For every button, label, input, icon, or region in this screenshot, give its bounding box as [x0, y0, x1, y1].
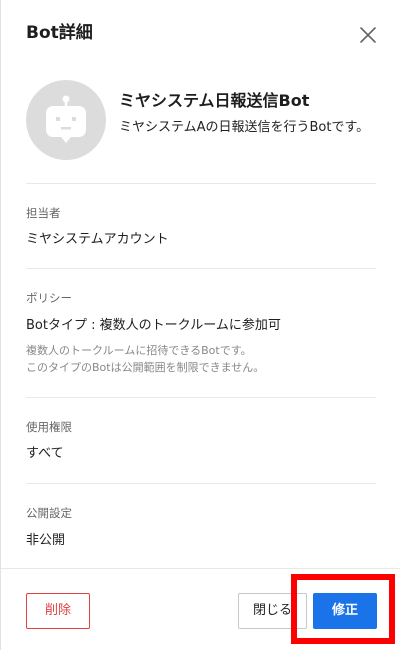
- bot-profile: ミヤシステム日報送信Bot ミヤシステムAの日報送信を行うBotです。: [26, 80, 376, 164]
- permission-label: 使用権限: [26, 420, 72, 434]
- divider: [26, 483, 376, 484]
- owner-label: 担当者: [26, 206, 61, 220]
- visibility-value: 非公開: [26, 533, 66, 548]
- bot-avatar: [26, 80, 106, 160]
- policy-label: ポリシー: [26, 291, 72, 305]
- delete-button[interactable]: 削除: [26, 593, 90, 629]
- policy-note: 複数人のトークルームに招待できるBotです。 このタイプのBotは公開範囲を制限…: [26, 342, 376, 376]
- policy-note-line: 複数人のトークルームに招待できるBotです。: [26, 344, 252, 357]
- dialog-title: Bot詳細: [26, 23, 93, 43]
- edit-button[interactable]: 修正: [313, 593, 377, 629]
- bot-description: ミヤシステムAの日報送信を行うBotです。: [119, 120, 370, 135]
- divider: [26, 183, 376, 184]
- policy-value: Botタイプ : 複数人のトークルームに参加可: [26, 318, 281, 333]
- close-dialog-button[interactable]: 閉じる: [238, 593, 307, 629]
- visibility-label: 公開設定: [26, 506, 72, 520]
- divider: [26, 268, 376, 269]
- bot-name: ミヤシステム日報送信Bot: [119, 91, 310, 110]
- robot-icon: [46, 95, 86, 143]
- dialog-header: Bot詳細: [1, 0, 400, 66]
- owner-value: ミヤシステムアカウント: [26, 232, 169, 247]
- footer-divider: [1, 568, 400, 569]
- close-icon: [360, 27, 376, 43]
- permission-value: すべて: [26, 446, 64, 461]
- policy-note-line: このタイプのBotは公開範囲を制限できません。: [26, 361, 265, 374]
- bot-detail-dialog: Bot詳細 ミヤシステム日報送信Bot ミヤシステムAの日報送信を行うBotです…: [0, 0, 400, 650]
- divider: [26, 397, 376, 398]
- close-button[interactable]: [357, 24, 379, 46]
